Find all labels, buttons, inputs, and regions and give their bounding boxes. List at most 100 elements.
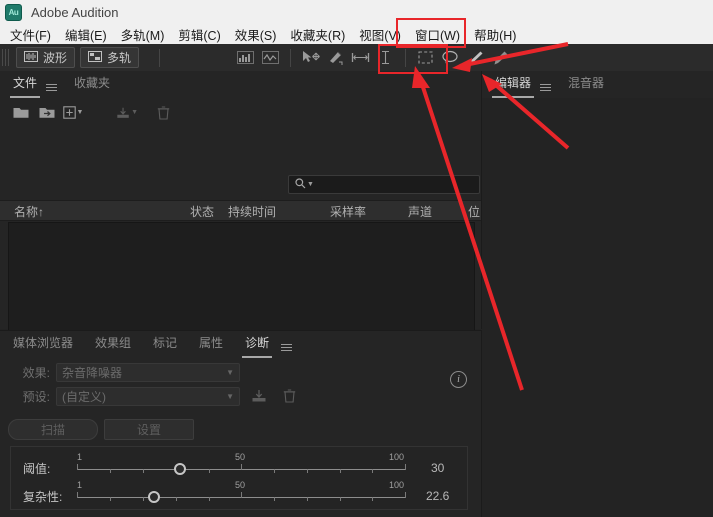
diagnostics-panel-menu-icon[interactable]: [281, 344, 293, 351]
files-toolbar: ▼ ▼: [0, 98, 481, 127]
column-sample-rate[interactable]: 采样率: [330, 203, 366, 220]
waveform-mode-label: 波形: [43, 51, 68, 65]
preset-label: 预设:: [22, 389, 50, 404]
search-input[interactable]: ▼: [288, 175, 480, 194]
move-tool-icon[interactable]: [300, 47, 321, 68]
audition-window: Au Adobe Audition 文件(F) 编辑(E) 多轨(M) 剪辑(C…: [0, 0, 713, 517]
spectral-pitch-icon[interactable]: [260, 47, 281, 68]
time-selection-icon[interactable]: [375, 47, 396, 68]
toolbar-divider-3: [405, 48, 407, 67]
diagnostics-panel: 媒体浏览器 效果组 标记 属性 诊断 效果: 杂音降噪器 ▼ 预设: (自定义)…: [0, 330, 482, 517]
menu-effects[interactable]: 效果(S): [228, 25, 284, 44]
tab-files[interactable]: 文件: [10, 74, 41, 98]
complexity-min-label: 1: [77, 480, 83, 490]
menu-clip[interactable]: 剪辑(C): [171, 25, 227, 44]
title-bar: Au Adobe Audition: [0, 0, 713, 25]
diagnostics-button-row: 扫描 设置: [8, 419, 194, 440]
export-icon[interactable]: ▼: [116, 103, 138, 123]
diagnostics-sliders: 阈值: 1 50 100 30 复杂性: 1 50 100 22.6: [10, 446, 468, 510]
editor-canvas[interactable]: [482, 98, 713, 516]
column-bit-depth[interactable]: 位: [468, 203, 480, 220]
multitrack-mode-button[interactable]: 多轨: [80, 47, 140, 68]
tab-editor-label: 编辑器: [495, 76, 532, 90]
app-title: Adobe Audition: [31, 5, 119, 20]
preset-row: 预设: (自定义) ▼: [12, 386, 481, 406]
new-file-caret-icon: ▼: [76, 109, 84, 116]
menu-view[interactable]: 视图(V): [352, 25, 408, 44]
editor-panel-menu-icon[interactable]: [540, 84, 552, 91]
tab-diagnostics[interactable]: 诊断: [242, 334, 273, 358]
tab-media-browser[interactable]: 媒体浏览器: [10, 334, 76, 358]
column-name-sort-icon: ↑: [38, 205, 45, 219]
spectral-frequency-icon[interactable]: [235, 47, 256, 68]
menu-bar: 文件(F) 编辑(E) 多轨(M) 剪辑(C) 效果(S) 收藏夹(R) 视图(…: [0, 25, 713, 44]
menu-favorites[interactable]: 收藏夹(R): [283, 25, 352, 44]
column-name-label: 名称: [14, 205, 39, 219]
info-icon[interactable]: i: [450, 371, 467, 388]
import-folder-icon[interactable]: [36, 103, 58, 123]
toolbar-grip[interactable]: [2, 49, 11, 66]
complexity-slider-row: 复杂性: 1 50 100 22.6: [11, 478, 467, 506]
tab-favorites[interactable]: 收藏夹: [71, 74, 113, 98]
column-status[interactable]: 状态: [190, 203, 214, 220]
tab-properties[interactable]: 属性: [196, 334, 226, 358]
search-icon: [295, 177, 306, 192]
multitrack-mode-label: 多轨: [107, 51, 132, 65]
open-file-icon[interactable]: [10, 103, 32, 123]
paintbrush-selection-icon[interactable]: [465, 47, 486, 68]
preset-select[interactable]: (自定义) ▼: [56, 386, 240, 406]
menu-window[interactable]: 窗口(W): [408, 25, 467, 44]
effect-row: 效果: 杂音降噪器 ▼: [12, 362, 481, 382]
menu-multitrack[interactable]: 多轨(M): [114, 25, 172, 44]
slip-edit-icon[interactable]: [350, 47, 371, 68]
column-duration[interactable]: 持续时间: [228, 203, 276, 220]
scan-button[interactable]: 扫描: [8, 419, 98, 440]
tab-effects-rack[interactable]: 效果组: [92, 334, 134, 358]
chevron-down-icon: ▼: [226, 391, 234, 401]
complexity-mid-label: 50: [235, 480, 246, 490]
threshold-knob[interactable]: [174, 463, 186, 475]
threshold-max-label: 100: [389, 452, 405, 462]
effect-select-value: 杂音降噪器: [62, 365, 123, 380]
files-panel-menu-icon[interactable]: [46, 84, 58, 91]
menu-help[interactable]: 帮助(H): [467, 25, 523, 44]
threshold-min-label: 1: [77, 452, 83, 462]
effect-label: 效果:: [22, 365, 50, 380]
menu-edit[interactable]: 编辑(E): [58, 25, 114, 44]
export-caret-icon: ▼: [131, 109, 138, 116]
files-panel: 文件 收藏夹 ▼ ▼ ▼ 名称↑ 状态 持续时间 采样率 声道 位: [0, 71, 482, 401]
new-file-icon[interactable]: ▼: [62, 103, 84, 123]
complexity-value[interactable]: 22.6: [426, 489, 449, 503]
editor-panel: 编辑器 混音器: [482, 71, 713, 516]
delete-icon[interactable]: [152, 103, 174, 123]
settings-button[interactable]: 设置: [104, 419, 194, 440]
spot-healing-brush-icon[interactable]: [490, 47, 511, 68]
waveform-icon: [24, 50, 38, 65]
app-logo-text: Au: [8, 8, 19, 17]
complexity-label: 复杂性:: [23, 490, 63, 504]
column-name[interactable]: 名称↑: [14, 203, 44, 220]
effect-select[interactable]: 杂音降噪器 ▼: [56, 362, 240, 382]
save-preset-icon[interactable]: [248, 386, 270, 406]
preset-select-value: (自定义): [62, 389, 106, 404]
complexity-knob[interactable]: [148, 491, 160, 503]
waveform-mode-button[interactable]: 波形: [16, 47, 76, 68]
column-channels[interactable]: 声道: [408, 203, 432, 220]
files-column-headers: 名称↑ 状态 持续时间 采样率 声道 位: [0, 200, 481, 221]
threshold-value[interactable]: 30: [431, 461, 444, 475]
files-panel-tabs: 文件 收藏夹: [0, 71, 481, 98]
app-logo-icon: Au: [5, 4, 22, 21]
menu-file[interactable]: 文件(F): [3, 25, 58, 44]
diagnostics-panel-tabs: 媒体浏览器 效果组 标记 属性 诊断: [0, 331, 481, 358]
lasso-selection-icon[interactable]: [440, 47, 461, 68]
search-filter-caret-icon[interactable]: ▼: [307, 181, 314, 188]
tab-mixer[interactable]: 混音器: [565, 74, 607, 98]
tab-files-label: 文件: [13, 76, 38, 90]
delete-preset-icon[interactable]: [278, 386, 300, 406]
marquee-selection-icon[interactable]: [415, 47, 436, 68]
tab-editor[interactable]: 编辑器: [492, 74, 535, 98]
slip-tool-icon[interactable]: [325, 47, 346, 68]
tab-markers[interactable]: 标记: [150, 334, 180, 358]
threshold-slider-row: 阈值: 1 50 100 30: [11, 450, 467, 478]
tool-strip: 波形 多轨: [0, 44, 713, 72]
